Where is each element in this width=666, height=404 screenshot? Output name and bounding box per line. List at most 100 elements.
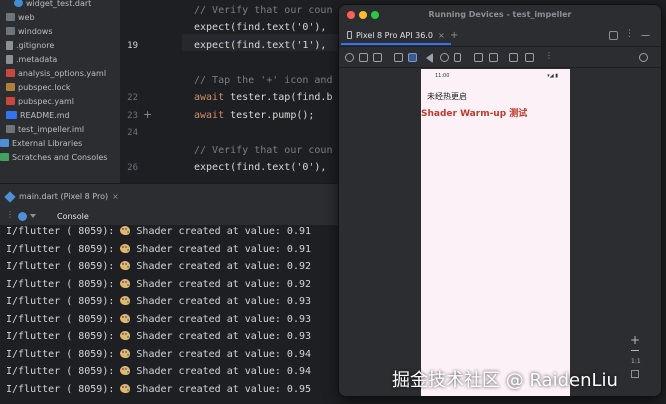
snapshot-icon[interactable] [525,53,534,62]
flutter-devtools-icon[interactable] [18,212,27,221]
run-tab-main-dart[interactable]: main.dart (Pixel 8 Pro) × [4,190,119,203]
project-tree-item[interactable]: web [0,10,120,24]
log-prefix: I/flutter ( 8059): [6,226,121,237]
project-tree-item[interactable]: analysis_options.yaml [0,66,120,80]
code-line: expect(find.text('0'), [194,22,326,33]
palette-emoji-icon [120,313,131,323]
console-log-line: I/flutter ( 8059): Shader created at val… [6,331,311,342]
markdown-file-icon [6,111,17,119]
close-icon[interactable]: × [438,31,445,40]
screen-record-icon[interactable] [489,53,498,62]
project-tree-item[interactable]: Scratches and Consoles [0,150,120,164]
overview-icon[interactable] [454,53,461,62]
search-icon[interactable] [639,53,648,62]
palette-emoji-icon [120,383,131,393]
lock-file-icon [6,83,15,91]
project-tree-item[interactable]: README.md [0,108,120,122]
log-text: Shader created at value: 0.94 [130,348,312,360]
code-token: tester.pump(); [230,109,315,121]
run-test-gutter-icon[interactable]: + [143,108,152,121]
home-icon[interactable] [440,53,449,62]
rotate-left-icon[interactable] [394,53,403,62]
window-layout-icon[interactable] [609,31,618,40]
log-text: Shader created at value: 0.93 [130,331,312,342]
palette-emoji-icon [120,366,131,375]
line-number: 26 [127,163,138,173]
code-line: expect(find.text('0'), [194,162,326,173]
zoom-actual-size-button[interactable]: 1:1 [631,358,641,365]
console-log-line: I/flutter ( 8059): Shader created at val… [6,383,312,395]
log-text: Shader created at value: 0.95 [130,383,312,395]
log-text: Shader created at value: 0.91 [130,226,312,237]
project-tree-item-label: pubspec.lock [18,82,71,92]
zoom-out-icon[interactable] [631,350,639,351]
project-tree-item[interactable]: windows [0,24,120,38]
power-icon[interactable] [345,53,354,62]
line-number: 23 [127,110,138,121]
project-tree-item[interactable]: widget_test.dart [0,0,120,10]
device-tab-label: Pixel 8 Pro API 36.0 [356,30,433,40]
code-line: // Verify that our coun [194,145,332,156]
device-tab-pixel-8-pro[interactable]: Pixel 8 Pro API 36.0 × [341,27,451,45]
running-devices-window: Running Devices - test_impeller Pixel 8 … [338,4,662,397]
code-line: await tester.tap(find.b [194,92,332,103]
devtools-menu-icon[interactable] [30,214,36,218]
phone-screen[interactable]: 11:00 ▾◢ ▮ 未经热更启 Shader Warm-up 测试 [421,69,570,396]
extended-controls-icon[interactable]: ⋮ [545,51,554,60]
zoom-in-icon[interactable]: + [630,333,640,347]
phone-icon [347,31,352,39]
log-prefix: I/flutter ( 8059): [6,278,121,290]
window-title-bar: Running Devices - test_impeller [339,5,661,25]
log-text: Shader created at value: 0.94 [130,366,312,377]
project-tree-item[interactable]: .gitignore [0,38,120,52]
code-token: tester.tap(find.b [230,92,333,103]
log-prefix: I/flutter ( 8059): [6,261,121,272]
project-tree-item[interactable]: test_impeller.iml [0,122,120,136]
zoom-fit-icon[interactable] [631,370,639,378]
watermark: 掘金技术社区 @ RaidenLiu [392,370,618,391]
screenshot-icon[interactable] [474,53,483,62]
console-log-line: I/flutter ( 8059): Shader created at val… [6,313,312,325]
editor-gutter: 19 22 23 24 26 [120,0,182,183]
log-prefix: I/flutter ( 8059): [6,243,121,255]
code-line: await tester.pump(); [194,110,314,121]
volume-up-icon[interactable] [359,53,368,62]
log-text: Shader created at value: 0.92 [130,278,312,290]
status-time: 11:00 [435,73,450,79]
console-output[interactable]: I/flutter ( 8059): Shader created at val… [0,225,340,404]
log-prefix: I/flutter ( 8059): [6,383,121,395]
device-frame-icon[interactable] [509,53,518,62]
project-tree-item-label: .gitignore [16,40,55,50]
console-log-line: I/flutter ( 8059): Shader created at val… [6,278,312,290]
project-tree-item-label: analysis_options.yaml [18,68,107,78]
project-tree-item[interactable]: pubspec.lock [0,80,120,94]
code-token: await [194,109,231,121]
project-tree-item-label: widget_test.dart [26,0,92,8]
code-token: await [194,92,231,103]
more-icon[interactable]: ⋮ [625,29,634,39]
yaml-file-icon [6,97,15,105]
console-log-line: I/flutter ( 8059): Shader created at val… [6,366,311,377]
project-tree-item[interactable]: External Libraries [0,136,120,150]
volume-down-icon[interactable] [373,53,382,62]
project-tree-item[interactable]: .metadata [0,52,120,66]
project-tree-item-label: README.md [20,110,70,120]
back-icon[interactable] [426,53,433,63]
folder-icon [6,27,15,35]
console-log-line: I/flutter ( 8059): Shader created at val… [6,243,311,255]
console-log-line: I/flutter ( 8059): Shader created at val… [6,348,312,360]
add-device-icon[interactable]: + [450,30,458,41]
console-tab[interactable]: Console [57,212,89,221]
window-title: Running Devices - test_impeller [428,10,572,19]
palette-emoji-icon [120,226,131,235]
more-icon[interactable]: ⋮ [6,210,15,219]
yaml-file-icon [6,69,15,77]
close-icon[interactable]: × [112,192,119,201]
project-tree-item[interactable]: pubspec.yaml [0,94,120,108]
rotate-right-icon[interactable] [408,53,417,62]
console-log-line: I/flutter ( 8059): Shader created at val… [6,296,311,307]
code-line: // Tap the '+' icon and [194,75,332,86]
code-editor[interactable]: // Verify that our coun expect(find.text(… [182,0,342,183]
minimize-panel-icon[interactable] [641,31,650,36]
log-text: Shader created at value: 0.93 [130,313,312,325]
